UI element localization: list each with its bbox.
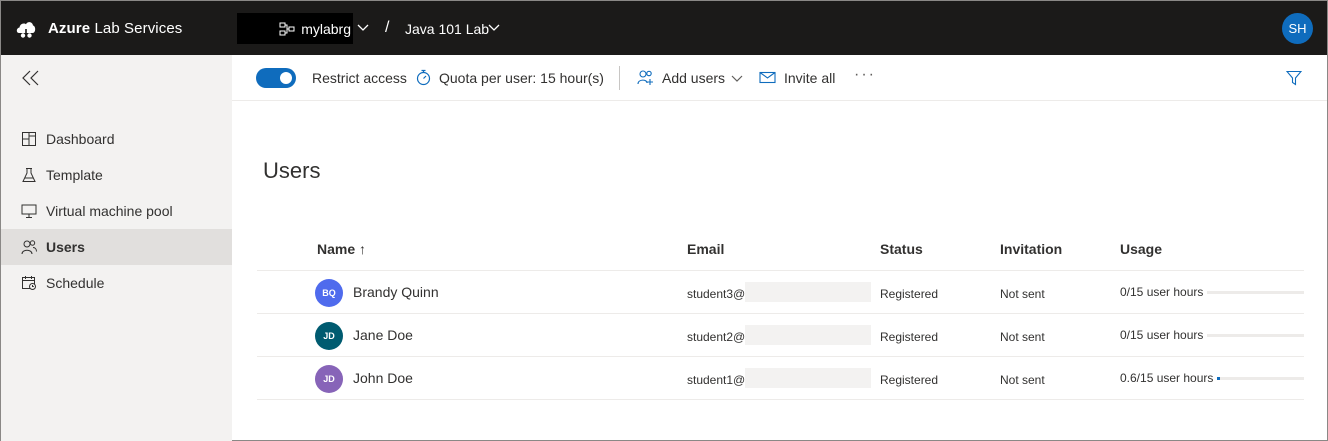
mail-icon — [759, 71, 776, 84]
toolbar-divider — [619, 66, 620, 90]
command-bar: Restrict access Quota per user: 15 hour(… — [232, 55, 1327, 101]
sidebar-item-label: Dashboard — [46, 131, 115, 147]
email-redaction — [745, 282, 871, 302]
avatar: JD — [315, 365, 343, 393]
sidebar-item-virtual-machine-pool[interactable]: Virtual machine pool — [1, 193, 232, 229]
restrict-access-toggle[interactable] — [256, 68, 296, 88]
quota-button[interactable]: Quota per user: 15 hour(s) — [439, 70, 604, 86]
invitation-text: Not sent — [1000, 287, 1045, 301]
user-name: John Doe — [353, 370, 413, 386]
table-row[interactable]: JD John Doe student1@ Registered Not sen… — [257, 357, 1304, 400]
users-icon — [21, 240, 37, 255]
sidebar-item-label: Users — [46, 239, 85, 255]
sidebar-item-schedule[interactable]: Schedule — [1, 265, 232, 301]
avatar: BQ — [315, 279, 343, 307]
user-name: Jane Doe — [353, 327, 413, 343]
sidebar-item-label: Schedule — [46, 275, 105, 291]
breadcrumb-separator: / — [385, 19, 390, 36]
user-email: student2@ — [687, 330, 746, 344]
dashboard-icon — [22, 132, 36, 146]
flask-icon — [22, 168, 36, 182]
column-header-name[interactable]: Name ↑ — [317, 241, 366, 257]
lab-services-logo-icon — [16, 22, 36, 38]
brand[interactable]: Azure Lab Services — [15, 1, 182, 55]
usage-bar-fill — [1217, 377, 1221, 380]
column-header-invitation[interactable]: Invitation — [1000, 241, 1062, 257]
top-bar: Azure Lab Services mylabrg / Java 101 La… — [1, 1, 1327, 55]
chevron-down-icon[interactable] — [731, 74, 743, 84]
monitor-icon — [21, 204, 37, 218]
sidebar-item-label: Template — [46, 167, 103, 183]
table-row[interactable]: BQ Brandy Quinn student3@ Registered Not… — [257, 271, 1304, 314]
status-text: Registered — [880, 330, 939, 344]
user-name: Brandy Quinn — [353, 284, 439, 300]
calendar-icon — [22, 276, 36, 290]
resource-group-icon — [279, 22, 295, 35]
table-header: Name ↑ Email Status Invitation Usage — [257, 229, 1304, 271]
sidebar-item-dashboard[interactable]: Dashboard — [1, 121, 232, 157]
add-users-icon — [637, 70, 653, 85]
sidebar: Dashboard Template Virtual machine pool … — [1, 55, 232, 441]
status-text: Registered — [880, 287, 939, 301]
sidebar-item-template[interactable]: Template — [1, 157, 232, 193]
add-users-button[interactable]: Add users — [662, 70, 725, 86]
invitation-text: Not sent — [1000, 330, 1045, 344]
status-text: Registered — [880, 373, 939, 387]
page-title: Users — [263, 158, 321, 183]
app-title: Azure Lab Services — [48, 19, 183, 37]
usage-bar — [1207, 334, 1304, 337]
restrict-access-label: Restrict access — [312, 70, 407, 86]
usage-bar — [1207, 291, 1304, 294]
user-email: student1@ — [687, 373, 746, 387]
chevron-down-icon[interactable] — [488, 23, 500, 33]
collapse-sidebar-icon[interactable] — [21, 69, 41, 87]
user-email: student3@ — [687, 287, 746, 301]
filter-icon[interactable] — [1286, 70, 1302, 86]
usage-text: 0.6/15 user hours — [1120, 371, 1214, 385]
column-header-email[interactable]: Email — [687, 241, 724, 257]
lab-selector[interactable]: Java 101 Lab — [405, 21, 489, 37]
column-header-usage[interactable]: Usage — [1120, 241, 1162, 257]
usage-text: 0/15 user hours — [1120, 285, 1204, 299]
sidebar-item-users[interactable]: Users — [1, 229, 232, 265]
toggle-knob — [280, 72, 292, 84]
invitation-text: Not sent — [1000, 373, 1045, 387]
users-table: Name ↑ Email Status Invitation Usage BQ … — [257, 229, 1304, 400]
usage-bar — [1217, 377, 1304, 380]
column-header-status[interactable]: Status — [880, 241, 923, 257]
avatar: JD — [315, 322, 343, 350]
stopwatch-icon — [416, 69, 431, 86]
resource-group-name: mylabrg — [301, 20, 351, 37]
chevron-down-icon[interactable] — [357, 23, 369, 33]
email-redaction — [745, 325, 871, 345]
user-avatar[interactable]: SH — [1282, 13, 1313, 44]
sidebar-item-label: Virtual machine pool — [46, 203, 173, 219]
invite-all-button[interactable]: Invite all — [784, 70, 835, 86]
more-actions-button[interactable]: ··· — [854, 66, 876, 84]
email-redaction — [745, 368, 871, 388]
resource-group-selector[interactable]: mylabrg — [237, 13, 353, 44]
usage-text: 0/15 user hours — [1120, 328, 1204, 342]
table-row[interactable]: JD Jane Doe student2@ Registered Not sen… — [257, 314, 1304, 357]
